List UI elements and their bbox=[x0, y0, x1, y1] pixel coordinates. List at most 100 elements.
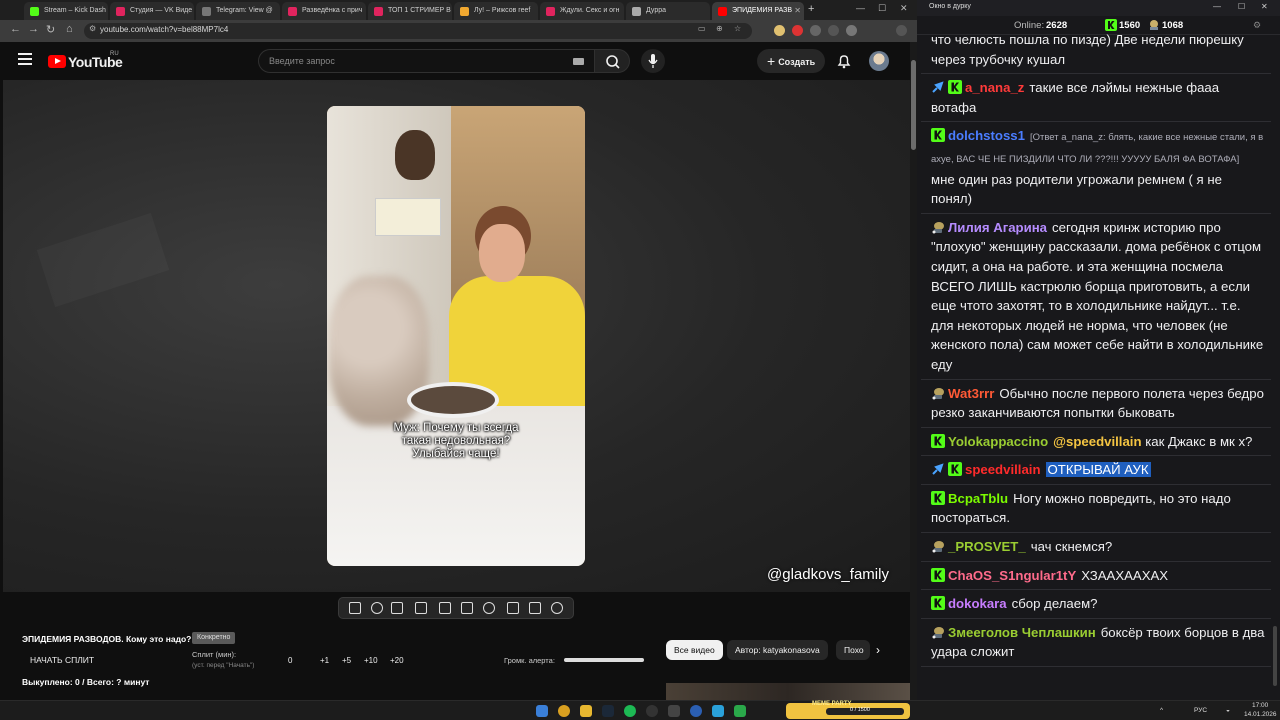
obs-icon[interactable] bbox=[646, 705, 658, 717]
chat-username[interactable]: Wat3rrr bbox=[948, 386, 994, 401]
keyboard-icon[interactable] bbox=[573, 58, 584, 65]
chat-username[interactable]: BcpaTblu bbox=[948, 491, 1008, 506]
vk-video-icon bbox=[116, 7, 125, 16]
chip-author[interactable]: Автор: katyakonasova bbox=[727, 640, 828, 660]
extensions-puzzle-icon[interactable] bbox=[828, 25, 839, 36]
network-icon[interactable]: ◒ bbox=[1226, 707, 1230, 714]
chat-username[interactable]: dolchstoss1 bbox=[948, 128, 1025, 143]
audio-icon[interactable] bbox=[371, 602, 383, 614]
back-icon[interactable]: ← bbox=[10, 23, 21, 35]
loop-icon[interactable] bbox=[349, 602, 361, 614]
extension-icon[interactable] bbox=[774, 25, 785, 36]
translate-icon[interactable]: ⊕ bbox=[716, 24, 723, 33]
chat-username[interactable]: Лилия Агарина bbox=[948, 220, 1047, 235]
tab-8-active[interactable]: ЭПИДЕМИЯ РАЗВ ✕ bbox=[712, 2, 804, 20]
tab-0[interactable]: Stream – Kick Dash bbox=[24, 2, 108, 20]
profile-icon[interactable] bbox=[846, 25, 857, 36]
filter-icon[interactable] bbox=[461, 602, 473, 614]
tab-3[interactable]: Разведёнка с прич bbox=[282, 2, 366, 20]
youtube-logo[interactable]: YouTube RU bbox=[48, 51, 123, 71]
tab-2[interactable]: Telegram: View @ bbox=[196, 2, 280, 20]
hamburger-menu-icon[interactable] bbox=[18, 53, 32, 65]
chat-username[interactable]: Змееголов Чеплашкин bbox=[948, 625, 1096, 640]
telegram-icon[interactable] bbox=[712, 705, 724, 717]
tab-1[interactable]: Студия — VK Виде bbox=[110, 2, 194, 20]
language-indicator[interactable]: РУС bbox=[1194, 707, 1207, 714]
chat-message: Лилия Агарина сегодня кринж историю про "… bbox=[921, 214, 1271, 380]
alert-volume-slider[interactable] bbox=[564, 658, 644, 662]
chat-username[interactable]: dokokara bbox=[948, 596, 1007, 611]
add-10-button[interactable]: +10 bbox=[364, 656, 378, 665]
chevron-right-icon[interactable]: › bbox=[876, 643, 880, 657]
forward-icon[interactable]: → bbox=[28, 23, 39, 35]
home-icon[interactable]: ⌂ bbox=[66, 23, 73, 35]
gear-icon[interactable] bbox=[551, 602, 563, 614]
video-thumbnail[interactable] bbox=[666, 683, 910, 700]
extension-icon[interactable] bbox=[792, 25, 803, 36]
tab-7[interactable]: Дурра bbox=[626, 2, 710, 20]
clip-icon[interactable] bbox=[415, 602, 427, 614]
add-clip-icon[interactable] bbox=[507, 602, 519, 614]
minimize-icon[interactable]: — bbox=[1213, 2, 1221, 11]
player-icon[interactable] bbox=[690, 705, 702, 717]
chat-message: Змееголов Чеплашкин боксёр твоих борцов в… bbox=[921, 619, 1271, 668]
chat-username[interactable]: _PROSVET_ bbox=[948, 539, 1026, 554]
close-window-icon[interactable]: ✕ bbox=[1261, 2, 1268, 11]
bookmark-star-icon[interactable]: ☆ bbox=[734, 24, 741, 33]
spotify-icon[interactable] bbox=[624, 705, 636, 717]
screenshot-icon[interactable] bbox=[391, 602, 403, 614]
new-tab-icon[interactable]: + bbox=[808, 3, 814, 15]
pip-icon[interactable] bbox=[439, 602, 451, 614]
chip-all-videos[interactable]: Все видео bbox=[666, 640, 723, 660]
page-scrollbar[interactable] bbox=[910, 42, 917, 700]
app-icon[interactable] bbox=[668, 705, 680, 717]
chat-window-title: Окно в дурку bbox=[929, 3, 971, 10]
chip-similar[interactable]: Похо bbox=[836, 640, 870, 660]
reload-icon[interactable]: ↻ bbox=[46, 23, 55, 36]
search-input[interactable]: Введите запрос bbox=[258, 49, 594, 73]
camera-icon[interactable] bbox=[529, 602, 541, 614]
folder-icon[interactable] bbox=[580, 705, 592, 717]
close-icon[interactable]: ✕ bbox=[794, 2, 801, 20]
clock-date[interactable]: 14.01.2026 bbox=[1244, 711, 1277, 718]
kick-badge-icon bbox=[931, 433, 945, 448]
chat-username[interactable]: Yolokappaccino bbox=[948, 434, 1048, 449]
site-info-icon[interactable]: ⚙ bbox=[89, 24, 96, 33]
steam-icon[interactable] bbox=[602, 705, 614, 717]
close-window-icon[interactable]: ✕ bbox=[900, 3, 908, 14]
tab-5[interactable]: Лу! – Рижсов reef bbox=[454, 2, 538, 20]
tab-4[interactable]: ТОП 1 СТРИМЕР В bbox=[368, 2, 452, 20]
chat-username[interactable]: a_nana_z bbox=[965, 80, 1024, 95]
add-5-button[interactable]: +5 bbox=[342, 656, 351, 665]
youtube-icon bbox=[546, 7, 555, 16]
meme-party-widget[interactable]: MEME PARTY 0 / 1500 bbox=[786, 701, 910, 719]
chat-username[interactable]: speedvillain bbox=[965, 462, 1041, 477]
video-player[interactable]: Муж: Почему ты всегда такая недовольная?… bbox=[3, 80, 910, 592]
clock-time[interactable]: 17:00 bbox=[1252, 702, 1268, 709]
tray-chevron-icon[interactable]: ^ bbox=[1160, 707, 1163, 714]
create-button[interactable]: + Создать bbox=[757, 49, 825, 73]
speed-icon[interactable] bbox=[483, 602, 495, 614]
maximize-icon[interactable]: ☐ bbox=[1238, 2, 1245, 11]
extension-icon[interactable] bbox=[810, 25, 821, 36]
cast-icon[interactable]: ▭ bbox=[698, 24, 706, 33]
add-1-button[interactable]: +1 bbox=[320, 656, 329, 665]
url-text: youtube.com/watch?v=bel88MP7lc4 bbox=[100, 25, 229, 34]
minimize-icon[interactable]: — bbox=[856, 3, 865, 13]
search-button[interactable] bbox=[594, 49, 630, 73]
chat-username[interactable]: ChaOS_S1ngular1tY bbox=[948, 568, 1076, 583]
address-bar[interactable]: ⚙ youtube.com/watch?v=bel88MP7lc4 ▭ ⊕ ☆ bbox=[84, 23, 752, 39]
start-icon[interactable] bbox=[536, 705, 548, 717]
maximize-icon[interactable]: ☐ bbox=[878, 3, 886, 14]
voice-search-button[interactable] bbox=[641, 49, 665, 73]
menu-dots-icon[interactable] bbox=[896, 25, 907, 36]
tab-6[interactable]: Ждули. Секс и огн bbox=[540, 2, 624, 20]
app-icon[interactable] bbox=[734, 705, 746, 717]
chat-mention[interactable]: @speedvillain bbox=[1053, 434, 1141, 449]
chrome-icon[interactable] bbox=[558, 705, 570, 717]
avatar[interactable] bbox=[869, 51, 889, 71]
add-20-button[interactable]: +20 bbox=[390, 656, 404, 665]
start-split-button[interactable]: НАЧАТЬ СПЛИТ bbox=[30, 655, 94, 665]
notifications-button[interactable] bbox=[836, 53, 852, 74]
chat-scrollbar[interactable] bbox=[1273, 36, 1278, 686]
